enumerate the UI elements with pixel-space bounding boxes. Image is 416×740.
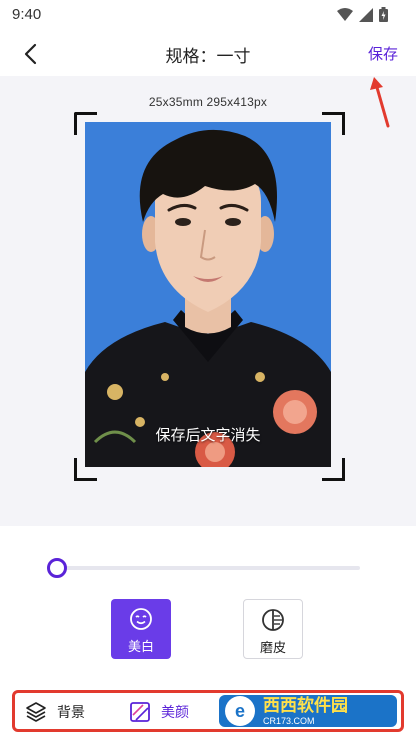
page-title: 规格：一寸 — [165, 47, 251, 66]
save-button[interactable]: 保存 — [368, 43, 398, 64]
tool-whiten-button[interactable]: 美白 — [111, 599, 171, 659]
bottom-panel: 美白 磨皮 背景 美颜 e 西西软件园 CR173.COM — [0, 526, 416, 740]
watermark-logo: e 西西软件园 CR173.COM — [219, 695, 397, 727]
status-time: 9:40 — [12, 6, 42, 23]
id-photo-preview: 保存后文字消失 — [85, 122, 331, 467]
wifi-icon — [337, 7, 353, 21]
tool-smooth-label: 磨皮 — [259, 640, 286, 655]
half-circle-icon — [262, 609, 284, 631]
tab-background[interactable]: 背景 — [25, 701, 85, 723]
watermark-subtitle: CR173.COM — [263, 715, 315, 726]
beauty-icon — [130, 702, 150, 722]
watermark-logo-icon: e — [225, 696, 255, 726]
slider-track — [56, 566, 360, 570]
tool-whiten-label: 美白 — [127, 639, 154, 654]
nav-bar: 规格：一寸 保存 — [0, 30, 416, 76]
tab-beauty-label: 美颜 — [161, 704, 189, 720]
tool-smooth-button[interactable]: 磨皮 — [243, 599, 303, 659]
size-label: 25x35mm 295x413px — [148, 95, 268, 109]
smile-face-icon — [130, 608, 152, 630]
portrait-image — [85, 129, 331, 467]
status-bar: 9:40 — [0, 0, 416, 30]
watermark-title: 西西软件园 — [263, 695, 348, 715]
status-icons — [337, 7, 388, 22]
photo-overlay-text: 保存后文字消失 — [155, 427, 261, 444]
slider-thumb[interactable] — [47, 558, 67, 578]
bottom-tab-bar: 背景 美颜 e 西西软件园 CR173.COM — [12, 690, 404, 732]
battery-icon — [379, 7, 388, 22]
annotation-arrow-icon — [370, 77, 390, 128]
intensity-slider[interactable] — [46, 556, 360, 580]
signal-icon — [359, 7, 373, 22]
tab-background-label: 背景 — [57, 704, 85, 720]
tab-beauty[interactable]: 美颜 — [129, 701, 189, 723]
layers-icon — [26, 702, 46, 722]
